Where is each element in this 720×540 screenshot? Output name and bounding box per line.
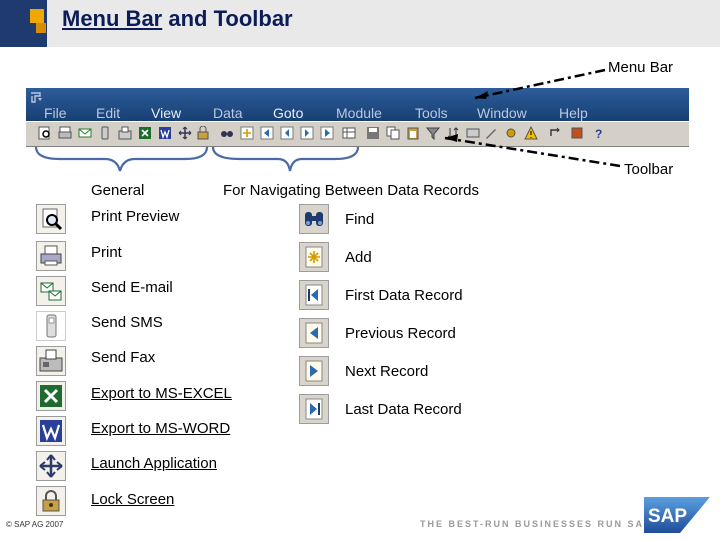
next-record-label: Next Record bbox=[345, 363, 429, 380]
corner-square-decoration-small bbox=[36, 23, 46, 33]
toolbar-sort-icon[interactable] bbox=[446, 126, 460, 140]
send-email-label: Send E-mail bbox=[91, 279, 173, 296]
toolbar-last-record-icon[interactable] bbox=[320, 126, 334, 140]
toolbar-print-icon[interactable] bbox=[58, 126, 72, 140]
menu-item-file[interactable]: File bbox=[44, 105, 67, 121]
menu-item-edit[interactable]: Edit bbox=[96, 105, 120, 121]
menu-item-module[interactable]: Module bbox=[336, 105, 382, 121]
print-label: Print bbox=[91, 244, 122, 261]
menu-bar-annotation: Menu Bar bbox=[608, 59, 674, 76]
toolbar-refresh-icon[interactable] bbox=[548, 126, 562, 140]
word-icon bbox=[36, 416, 66, 446]
launch-arrows-icon bbox=[36, 451, 66, 481]
lock-screen-label: Lock Screen bbox=[91, 491, 175, 508]
toolbar-previous-record-icon[interactable] bbox=[280, 126, 294, 140]
menu-item-data[interactable]: Data bbox=[213, 105, 243, 121]
toolbar: ? bbox=[26, 121, 689, 147]
first-record-icon bbox=[299, 280, 329, 310]
print-preview-icon bbox=[36, 204, 66, 234]
lock-icon bbox=[36, 486, 66, 516]
toolbar-book-icon[interactable] bbox=[570, 126, 584, 140]
section-braces bbox=[34, 146, 360, 172]
toolbar-filter-icon[interactable] bbox=[426, 126, 440, 140]
toolbar-print-preview-icon[interactable] bbox=[38, 126, 52, 140]
last-record-icon bbox=[299, 394, 329, 424]
mobile-phone-icon bbox=[36, 311, 66, 341]
toolbar-add-icon[interactable] bbox=[240, 126, 254, 140]
toolbar-lock-icon[interactable] bbox=[196, 126, 210, 140]
toolbar-pen-icon[interactable] bbox=[484, 126, 498, 140]
toolbar-email-icon[interactable] bbox=[78, 126, 92, 140]
print-preview-label: Print Preview bbox=[91, 208, 180, 225]
menu-item-help[interactable]: Help bbox=[559, 105, 588, 121]
svg-text:?: ? bbox=[595, 127, 602, 140]
toolbar-grid-icon[interactable] bbox=[342, 126, 356, 140]
find-label: Find bbox=[345, 211, 375, 228]
toolbar-alerts-icon[interactable] bbox=[524, 126, 538, 140]
toolbar-copy-icon[interactable] bbox=[386, 126, 400, 140]
toolbar-sms-icon[interactable] bbox=[98, 126, 112, 140]
page-title-underlined: Menu Bar bbox=[62, 6, 163, 31]
footer-tagline: THE BEST-RUN BUSINESSES RUN SAP bbox=[420, 519, 653, 529]
send-sms-label: Send SMS bbox=[91, 314, 163, 331]
section-general-heading: General bbox=[91, 182, 145, 199]
menu-item-window[interactable]: Window bbox=[477, 105, 527, 121]
export-word-label: Export to MS-WORD bbox=[91, 420, 231, 437]
fax-icon bbox=[36, 346, 66, 376]
next-record-icon bbox=[299, 356, 329, 386]
sap-logo-icon: SAP bbox=[644, 497, 710, 533]
toolbar-first-record-icon[interactable] bbox=[260, 126, 274, 140]
section-navigation-heading: For Navigating Between Data Records bbox=[223, 182, 479, 199]
sap-logo-text: SAP bbox=[648, 506, 687, 527]
page-title: Menu Bar and Toolbar bbox=[62, 6, 293, 32]
toolbar-save-icon[interactable] bbox=[366, 126, 380, 140]
toolbar-help-icon[interactable]: ? bbox=[592, 126, 606, 140]
last-data-record-label: Last Data Record bbox=[345, 401, 462, 418]
binoculars-icon bbox=[299, 204, 329, 234]
previous-record-icon bbox=[299, 318, 329, 348]
excel-icon bbox=[36, 381, 66, 411]
menu-item-tools[interactable]: Tools bbox=[415, 105, 448, 121]
menu-item-goto[interactable]: Goto bbox=[273, 105, 303, 121]
menu-item-view[interactable]: View bbox=[151, 105, 181, 121]
toolbar-excel-icon[interactable] bbox=[138, 126, 152, 140]
toolbar-tools-icon[interactable] bbox=[466, 126, 480, 140]
copyright-text: SAP AG 2007 bbox=[14, 520, 64, 529]
export-excel-label: Export to MS-EXCEL bbox=[91, 385, 232, 402]
corner-square-decoration bbox=[30, 9, 44, 23]
toolbar-launch-icon[interactable] bbox=[178, 126, 192, 140]
add-record-icon bbox=[299, 242, 329, 272]
toolbar-next-record-icon[interactable] bbox=[300, 126, 314, 140]
toolbar-settings-icon[interactable] bbox=[504, 126, 518, 140]
printer-icon bbox=[36, 241, 66, 271]
launch-application-label: Launch Application bbox=[91, 455, 217, 472]
page-title-rest: and Toolbar bbox=[162, 6, 293, 31]
toolbar-fax-icon[interactable] bbox=[118, 126, 132, 140]
toolbar-find-icon[interactable] bbox=[220, 126, 234, 140]
add-label: Add bbox=[345, 249, 372, 266]
email-icon bbox=[36, 276, 66, 306]
previous-record-label: Previous Record bbox=[345, 325, 456, 342]
send-fax-label: Send Fax bbox=[91, 349, 156, 366]
menu-corner-icon bbox=[31, 92, 42, 103]
toolbar-paste-icon[interactable] bbox=[406, 126, 420, 140]
copyright-notice: © SAP AG 2007 bbox=[6, 520, 64, 529]
first-data-record-label: First Data Record bbox=[345, 287, 463, 304]
toolbar-word-icon[interactable] bbox=[158, 126, 172, 140]
